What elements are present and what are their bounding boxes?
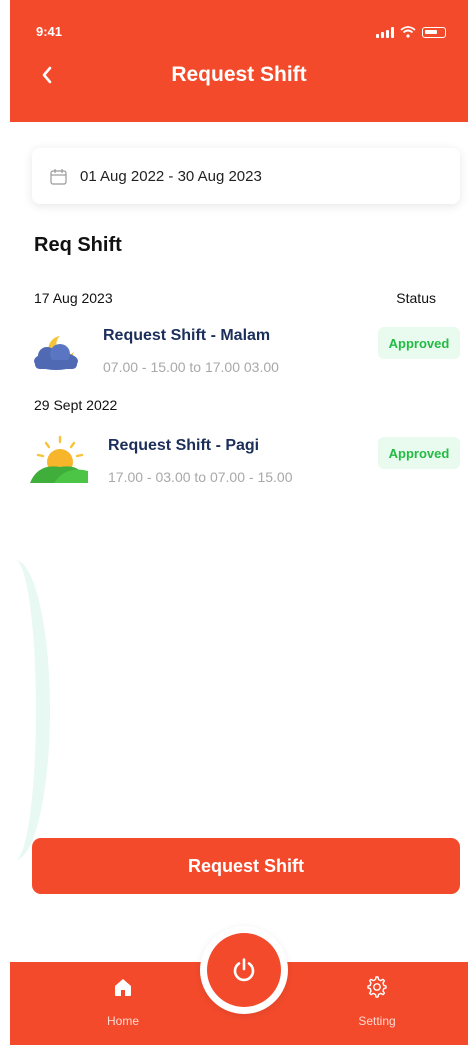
power-icon — [233, 958, 255, 982]
section-title: Req Shift — [34, 234, 122, 256]
sunrise-icon — [30, 435, 88, 483]
home-icon — [115, 979, 131, 996]
nav-label-home: Home — [106, 1014, 139, 1028]
date-range-value: 01 Aug 2022 - 30 Aug 2023 — [80, 167, 262, 185]
status-badge: Approved — [378, 327, 460, 359]
app-header: 9:41 Request Shift — [10, 0, 468, 122]
power-button-inner — [207, 933, 281, 1007]
battery-icon — [422, 26, 446, 38]
moon-cloud-icon — [34, 336, 78, 370]
calendar-icon — [50, 168, 67, 185]
status-badge: Approved — [378, 437, 460, 469]
group-date: 17 Aug 2023 — [34, 290, 113, 306]
shift-title: Request Shift - Pagi — [108, 437, 260, 454]
shift-request-item[interactable]: Request Shift - Pagi 17.00 - 03.00 to 07… — [30, 435, 460, 493]
request-shift-button[interactable]: Request Shift — [32, 838, 460, 894]
date-range-picker[interactable]: 01 Aug 2022 - 30 Aug 2023 — [32, 148, 460, 204]
gear-icon — [367, 976, 387, 998]
shift-times: 07.00 - 15.00 to 17.00 03.00 — [103, 359, 279, 375]
power-button[interactable] — [200, 926, 288, 1014]
shift-title: Request Shift - Malam — [103, 327, 271, 344]
nav-label-setting: Setting — [358, 1014, 396, 1028]
status-column-header: Status — [396, 290, 436, 306]
app-screen: 9:41 Request Shift 01 Aug 2022 - 30 Aug … — [10, 0, 468, 1045]
background-decoration — [10, 560, 50, 860]
group-date: 29 Sept 2022 — [34, 397, 118, 413]
wifi-icon — [400, 26, 416, 38]
signal-icon — [376, 26, 394, 38]
nav-item-home[interactable]: Home — [78, 976, 168, 1028]
nav-item-setting[interactable]: Setting — [332, 976, 422, 1028]
shift-times: 17.00 - 03.00 to 07.00 - 15.00 — [108, 469, 293, 485]
status-icons — [376, 26, 446, 38]
status-time: 9:41 — [36, 24, 63, 39]
shift-request-item[interactable]: Request Shift - Malam 07.00 - 15.00 to 1… — [30, 326, 460, 384]
page-title: Request Shift — [171, 63, 307, 86]
